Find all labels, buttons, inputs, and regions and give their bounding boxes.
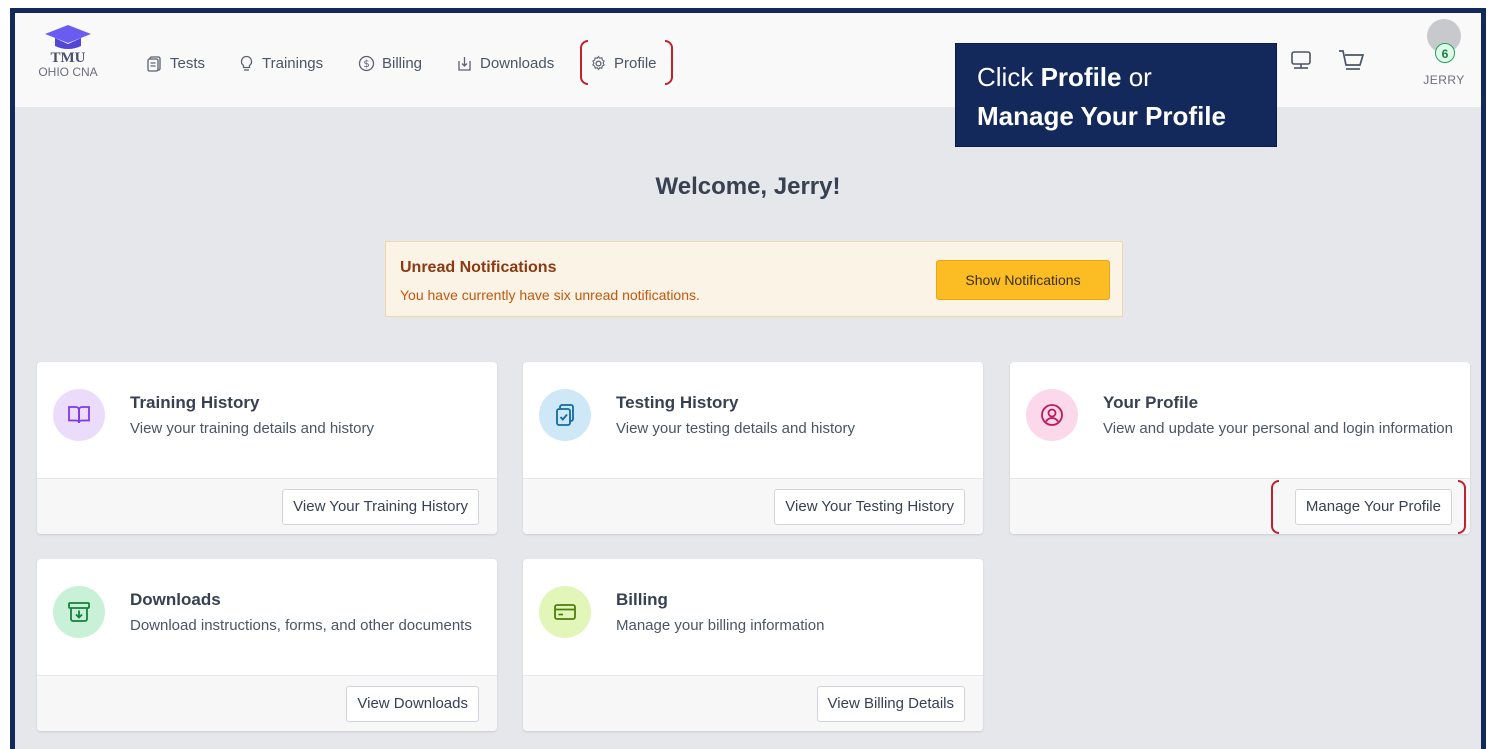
nav-tests-label: Tests [170,54,206,72]
billing-icon-circle [539,586,591,638]
card-title: Billing [616,590,668,609]
training-icon-circle [53,389,105,441]
callout-text-manage: Manage Your Profile [977,101,1226,131]
your-profile-card: Your Profile View and update your person… [1010,362,1470,534]
card-footer: View Your Testing History [523,478,983,534]
card-description: View your training details and history [130,420,375,437]
card-footer: View Billing Details [523,675,983,731]
user-menu[interactable]: 6 JERRY [1421,19,1467,87]
gear-icon [592,55,605,70]
nav-profile[interactable]: Profile [590,53,657,73]
svg-text:$: $ [363,59,369,70]
training-history-card: Training History View your training deta… [37,362,497,534]
download-tray-icon [458,56,471,71]
tests-icon [147,55,161,72]
clipboard-check-icon [556,404,574,426]
downloads-card: Downloads Download instructions, forms, … [37,559,497,731]
view-training-history-button[interactable]: View Your Training History [282,489,479,525]
view-downloads-button[interactable]: View Downloads [346,686,479,722]
monitor-icon [1291,51,1311,69]
notifications-message: You have currently have six unread notif… [400,287,700,303]
highlight-bracket-right [1458,480,1466,534]
instruction-callout: Click Profile or Manage Your Profile [955,43,1277,147]
nav-downloads[interactable]: Downloads [456,53,554,73]
notification-count-badge: 6 [1435,43,1455,63]
card-title: Testing History [616,393,739,412]
logo-subtitle: OHIO CNA [38,65,98,79]
callout-text-suffix: or [1121,62,1152,92]
monitor-button[interactable] [1289,49,1313,78]
view-billing-details-button[interactable]: View Billing Details [816,686,965,722]
card-description: Manage your billing information [616,617,825,634]
card-footer: View Your Training History [37,478,497,534]
graduation-cap-icon [45,25,91,49]
highlight-bracket-left [580,40,588,85]
show-notifications-button[interactable]: Show Notifications [936,260,1110,300]
cart-button[interactable] [1337,48,1365,79]
notifications-title: Unread Notifications [400,259,557,276]
card-description: View and update your personal and login … [1103,420,1453,437]
callout-line-2: Manage Your Profile [977,97,1255,136]
highlight-bracket-right [665,40,673,85]
card-body: Downloads Download instructions, forms, … [37,559,497,675]
card-title: Downloads [130,590,221,609]
callout-text-profile: Profile [1040,62,1122,92]
credit-card-icon [554,604,576,620]
testing-history-card: Testing History View your testing detail… [523,362,983,534]
manage-your-profile-button[interactable]: Manage Your Profile [1294,489,1452,525]
card-description: View your testing details and history [616,420,856,437]
user-circle-icon [1041,404,1063,426]
screenshot-frame: TMU OHIO CNA Tests Trainings $ Billing D… [10,8,1486,749]
card-footer: Manage Your Profile [1010,478,1470,534]
profile-icon-circle [1026,389,1078,441]
card-body: Billing Manage your billing information [523,559,983,675]
billing-card: Billing Manage your billing information … [523,559,983,731]
card-title: Training History [130,393,260,412]
card-title: Your Profile [1103,393,1199,412]
nav-profile-label: Profile [614,54,657,72]
lightbulb-icon [240,55,253,71]
callout-text-prefix: Click [977,62,1041,92]
callout-line-1: Click Profile or [977,58,1255,97]
nav-trainings-label: Trainings [262,54,324,72]
nav-downloads-label: Downloads [480,54,555,72]
testing-icon-circle [539,389,591,441]
card-body: Your Profile View and update your person… [1010,362,1470,478]
archive-download-icon [68,602,90,622]
username: JERRY [1423,73,1465,87]
view-testing-history-button[interactable]: View Your Testing History [774,489,965,525]
logo[interactable]: TMU OHIO CNA [33,23,103,79]
nav-tests[interactable]: Tests [146,53,205,73]
nav-trainings[interactable]: Trainings [238,53,323,73]
downloads-icon-circle [53,586,105,638]
avatar: 6 [1427,19,1461,63]
card-body: Testing History View your testing detail… [523,362,983,478]
highlight-bracket-left [1271,480,1279,534]
notifications-banner: Unread Notifications You have currently … [385,241,1123,317]
nav-billing[interactable]: $ Billing [358,53,422,73]
card-description: Download instructions, forms, and other … [130,617,472,634]
logo-text: TMU [50,50,86,66]
cart-icon [1339,50,1365,70]
dollar-circle-icon: $ [358,55,375,71]
card-body: Training History View your training deta… [37,362,497,478]
nav-billing-label: Billing [382,54,423,72]
welcome-heading: Welcome, Jerry! [655,173,841,200]
book-icon [68,406,90,424]
card-footer: View Downloads [37,675,497,731]
